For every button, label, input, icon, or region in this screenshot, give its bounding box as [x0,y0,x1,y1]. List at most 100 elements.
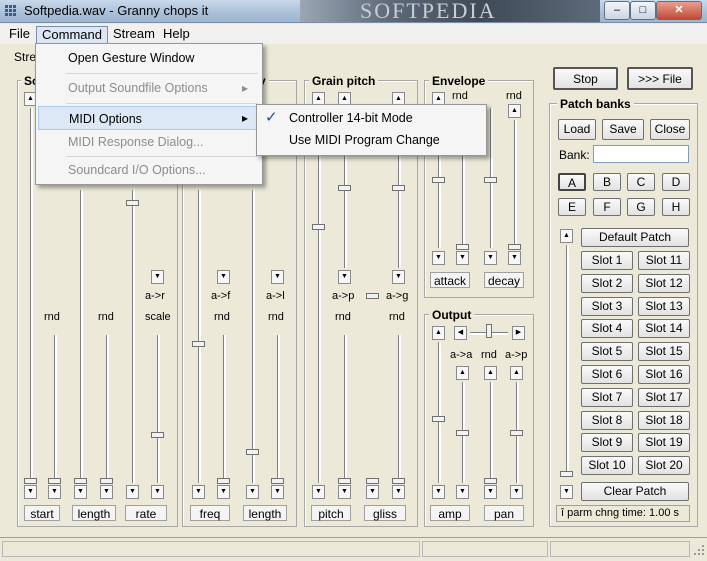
patch-slot-button[interactable]: Slot 13 [638,296,690,316]
stream-tab-label[interactable]: Stre [14,50,36,64]
gliss-rnd-down-button[interactable]: ▼ [392,485,405,499]
patch-list-up-button[interactable]: ▲ [560,229,573,243]
pan-track[interactable] [490,382,493,483]
patch-slot-button[interactable]: Slot 12 [638,273,690,293]
decay-thumb[interactable] [484,177,497,183]
decay-rnd-down-button[interactable]: ▼ [508,251,521,265]
gliss-thumb[interactable] [366,478,379,484]
parm-change-time[interactable]: î parm chng time: 1.00 s [556,505,690,522]
attack-down-button[interactable]: ▼ [432,251,445,265]
gliss-mod-thumb[interactable] [366,293,379,299]
decay-rnd-track[interactable] [514,120,517,248]
decay-down-button[interactable]: ▼ [484,251,497,265]
length-down-button[interactable]: ▼ [74,485,87,499]
freq-rnd-down-button[interactable]: ▼ [217,485,230,499]
stop-button[interactable]: Stop [553,67,618,90]
freq-slider-track[interactable] [198,190,201,483]
gliss-down-button[interactable]: ▼ [366,485,379,499]
save-button[interactable]: Save [602,119,644,140]
patch-slot-button[interactable]: Slot 19 [638,433,690,453]
menu-help[interactable]: Help [158,26,195,42]
pitch-rnd-down-button[interactable]: ▼ [338,485,351,499]
patch-list-scroll-track[interactable] [566,245,569,477]
patch-slot-button[interactable]: Slot 18 [638,410,690,430]
start-rnd-track[interactable] [54,335,57,483]
patch-slot-button[interactable]: Slot 7 [581,387,633,407]
grain-length-down-button[interactable]: ▼ [246,485,259,499]
glen-rnd-thumb[interactable] [271,478,284,484]
patch-slot-button[interactable]: Slot 1 [581,251,633,270]
patch-list-scroll-thumb[interactable] [560,471,573,477]
menu-stream[interactable]: Stream [108,26,160,42]
patch-slot-button[interactable]: Slot 20 [638,456,690,476]
attack-thumb[interactable] [432,177,445,183]
patch-slot-button[interactable]: Slot 16 [638,365,690,384]
freq-rnd-thumb[interactable] [217,478,230,484]
start-down-button[interactable]: ▼ [24,485,37,499]
default-patch-button[interactable]: Default Patch [581,228,689,247]
pan-scroll-thumb[interactable] [486,324,492,338]
length-rnd-track[interactable] [106,335,109,483]
pitch-slider-thumb[interactable] [312,224,325,230]
pan-thumb[interactable] [484,478,497,484]
pitch-mod-button[interactable]: ▼ [338,270,351,284]
resize-grip-icon[interactable] [693,544,705,556]
menu-item-controller-14bit[interactable]: Controller 14-bit Mode [259,106,484,130]
patch-slot-button[interactable]: Slot 6 [581,365,633,384]
amp-up-button[interactable]: ▲ [432,326,445,340]
scale-thumb[interactable] [151,432,164,438]
pan-left-button[interactable]: ◀ [454,326,467,340]
amp-down-button[interactable]: ▼ [432,485,445,499]
rate-slider-thumb[interactable] [126,200,139,206]
length-rnd-down-button[interactable]: ▼ [100,485,113,499]
rate-mod-button[interactable]: ▼ [151,270,164,284]
rate-slider-track[interactable] [132,190,135,483]
patch-slot-button[interactable]: Slot 17 [638,387,690,407]
length-rnd-thumb[interactable] [100,478,113,484]
menu-item-midi-response-dialog[interactable]: MIDI Response Dialog... [38,130,260,154]
menu-item-midi-options[interactable]: MIDI Options [38,106,260,130]
close-window-button[interactable]: ✕ [656,1,702,20]
attack-rnd-down-button[interactable]: ▼ [456,251,469,265]
freq-slider-thumb[interactable] [192,341,205,347]
pan-mod-down-button[interactable]: ▼ [510,485,523,499]
patch-slot-button[interactable]: Slot 10 [581,456,633,476]
bank-button-b[interactable]: B [593,173,621,191]
bank-button-d[interactable]: D [662,173,690,191]
start-slider-track[interactable] [30,108,33,483]
scale-track[interactable] [157,335,160,483]
amp-mod-up-button[interactable]: ▲ [456,366,469,380]
bank-button-f[interactable]: F [593,198,621,216]
scale-down-button[interactable]: ▼ [151,485,164,499]
pitch-slider-track[interactable] [318,108,321,483]
bank-button-e[interactable]: E [558,198,586,216]
gliss-rnd-thumb[interactable] [392,478,405,484]
load-button[interactable]: Load [558,119,596,140]
freq-rnd-track[interactable] [223,335,226,483]
patch-slot-button[interactable]: Slot 14 [638,319,690,339]
amp-thumb[interactable] [432,416,445,422]
freq-mod-button[interactable]: ▼ [217,270,230,284]
grain-length-track[interactable] [252,190,255,483]
menu-item-open-gesture-window[interactable]: Open Gesture Window [38,46,260,70]
amp-mod-down-button[interactable]: ▼ [456,485,469,499]
gliss-mod-slider-thumb[interactable] [392,185,405,191]
start-rnd-thumb[interactable] [48,478,61,484]
amp-mod-thumb[interactable] [456,430,469,436]
pitch-mod-thumb[interactable] [338,185,351,191]
pitch-down-button[interactable]: ▼ [312,485,325,499]
bank-name-input[interactable] [593,145,689,163]
length-slider-track[interactable] [80,190,83,483]
menu-file[interactable]: File [4,26,35,42]
gliss-rnd-track[interactable] [398,335,401,483]
patch-slot-button[interactable]: Slot 8 [581,410,633,430]
length-slider-thumb[interactable] [74,478,87,484]
pan-mod-up-button[interactable]: ▲ [510,366,523,380]
gliss-mod-button[interactable]: ▼ [392,270,405,284]
pan-mod-thumb[interactable] [510,430,523,436]
patch-slot-button[interactable]: Slot 4 [581,319,633,339]
bank-button-a[interactable]: A [558,173,586,191]
bank-button-h[interactable]: H [662,198,690,216]
pan-right-button[interactable]: ▶ [512,326,525,340]
freq-down-button[interactable]: ▼ [192,485,205,499]
